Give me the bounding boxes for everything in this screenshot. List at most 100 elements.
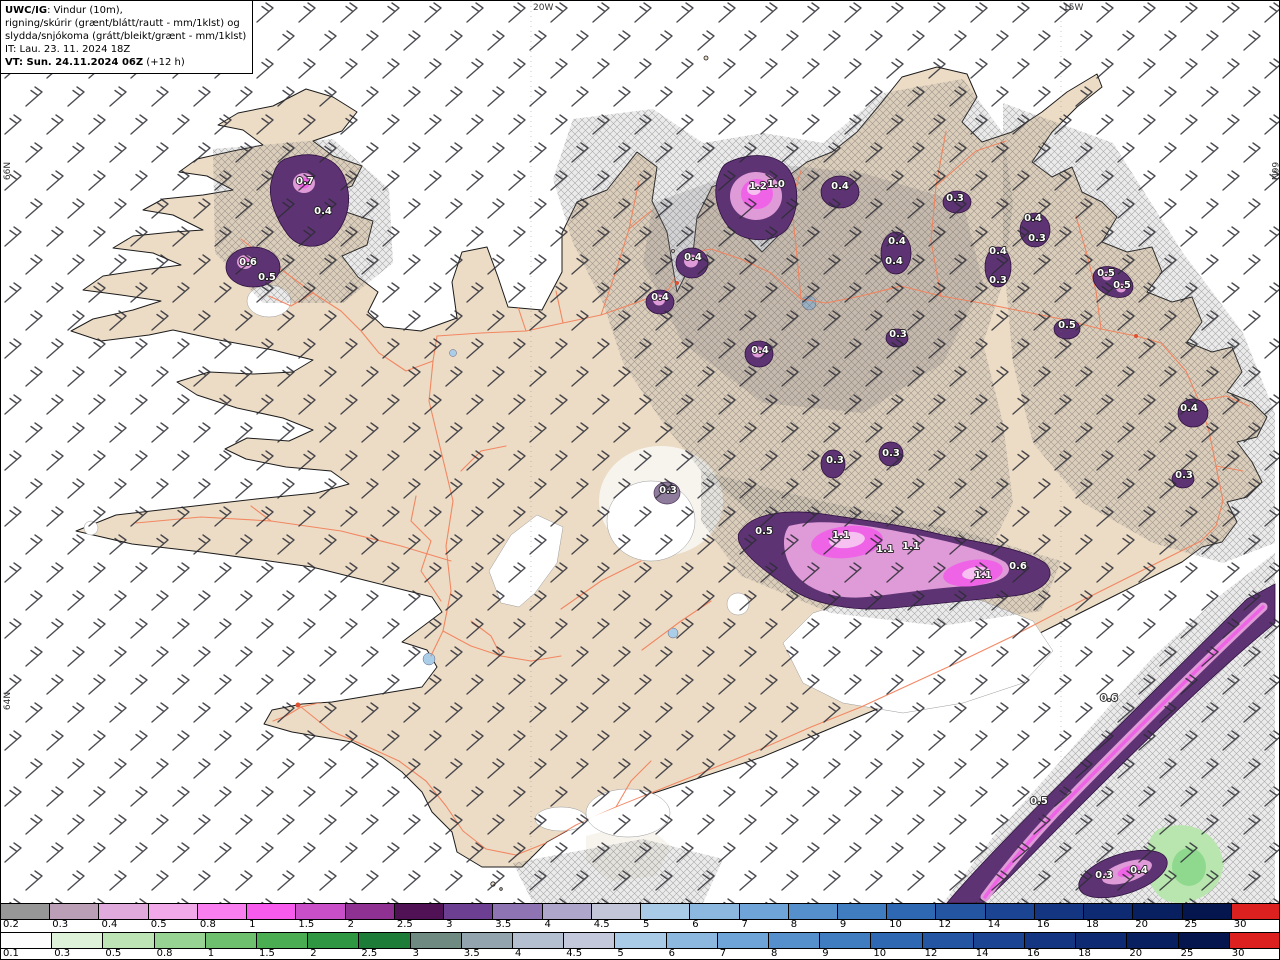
- colorbar-tick-label: 4.5: [566, 948, 583, 959]
- colorbar-tick-label: 1: [207, 948, 215, 959]
- precip-value-label: 0.3: [1175, 470, 1193, 481]
- colorbar-tick-label: 30: [1233, 919, 1247, 930]
- precip-value-label: 0.4: [1024, 213, 1042, 224]
- precip-value-label: 1.1: [832, 530, 850, 541]
- colorbar-tick-label: 12: [938, 919, 952, 930]
- colorbar-tick-label: 20: [1129, 948, 1143, 959]
- colorbar-tick-label: 0.5: [105, 948, 122, 959]
- colorbar-cell: [394, 904, 445, 919]
- colorbar-tick-label: 3: [446, 919, 453, 930]
- precip-value-label: 0.3: [826, 455, 844, 466]
- colorbar-cell: [50, 904, 100, 919]
- precip-value-label: 0.6: [1009, 561, 1027, 572]
- colorbar-tick-label: 0.2: [3, 919, 19, 930]
- precip-value-label: 0.3: [882, 448, 900, 459]
- precip-value-label: 1.1: [974, 570, 992, 581]
- colorbar-cell: [461, 933, 514, 948]
- colorbar-tick-label: 14: [975, 948, 989, 959]
- precip-value-label: 0.6: [239, 257, 257, 268]
- colorbar-tick-label: 5: [617, 948, 624, 959]
- precip-value-label: 0.3: [946, 193, 964, 204]
- colorbar-cell: [739, 904, 789, 919]
- colorbar-tick-label: 18: [1078, 948, 1091, 959]
- colorbar-cell: [197, 904, 248, 919]
- colorbar-cell: [513, 933, 565, 948]
- colorbar-tick-label: 4: [544, 919, 551, 930]
- precip-value-label: 0.4: [989, 246, 1007, 257]
- precip-value-label: 1.2: [749, 181, 767, 192]
- precip-value-label: 0.4: [885, 256, 903, 267]
- colorbar-tick-label: 4.5: [593, 919, 610, 930]
- colorbar-cell: [1127, 933, 1179, 948]
- colorbar-tick-label: 7: [741, 919, 748, 930]
- colorbar-cell: [52, 933, 104, 948]
- colorbar-cell: [247, 904, 297, 919]
- colorbar-cell: [1034, 904, 1085, 919]
- colorbar-tick-label: 6: [668, 948, 675, 959]
- colorbar-tick-label: 18: [1086, 919, 1099, 930]
- colorbar-sleet-snow-scale: 0.2 0.3 0.4 0.5 0.8 1 1.5 2 2.5 3 3.5 4 4.5 5 6 7 8 9 10 12…: [1, 903, 1279, 932]
- precip-value-label: 0.5: [1113, 280, 1131, 291]
- colorbar-cell: [922, 933, 974, 948]
- colorbar-cell: [690, 904, 740, 919]
- colorbar-tick-label: 8: [790, 919, 798, 930]
- colorbar-cell: [666, 933, 718, 948]
- colorbar-cell: [591, 904, 642, 919]
- colorbar-tick-label: 3.5: [463, 948, 480, 959]
- precip-value-label: 0.6: [1100, 693, 1118, 704]
- colorbar-cell: [1, 933, 53, 948]
- precip-value-label: 0.3: [1095, 870, 1113, 881]
- colorbar-tick-label: 16: [1036, 919, 1050, 930]
- weather-map-page: 20W15W66N64N66N 0.70.40.60.51.21.00.40.3…: [0, 0, 1280, 960]
- wind-barb-field: [1, 1, 1279, 903]
- precip-value-label: 0.3: [889, 329, 907, 340]
- precip-value-label: 0.3: [1028, 233, 1046, 244]
- colorbar-tick-label: 30: [1231, 948, 1245, 959]
- colorbar-cell: [493, 904, 543, 919]
- colorbar-cell: [641, 904, 691, 919]
- colorbar-tick-label: 25: [1180, 948, 1194, 959]
- colorbar-tick-label: 9: [839, 919, 847, 930]
- colorbar-cell: [345, 904, 395, 919]
- colorbar-tick-label: 0.1: [3, 948, 19, 959]
- colorbar-cell: [1076, 933, 1128, 948]
- colorbar-cell: [564, 933, 616, 948]
- precip-value-label: 1.1: [876, 544, 894, 555]
- precip-value-label: 0.3: [659, 485, 677, 496]
- colorbar-cell: [717, 933, 770, 948]
- colorbar-cell: [887, 904, 937, 919]
- colorbar-rain-scale: 0.1 0.3 0.5 0.8 1 1.5 2 2.5 3 3.5 4 4.5 5 6 7 8 9 10 12 14 1…: [1, 932, 1279, 959]
- colorbar-tick-label: 12: [924, 948, 938, 959]
- colorbar-cell: [99, 904, 149, 919]
- colorbar-cell: [444, 904, 494, 919]
- colorbar-cell: [1182, 904, 1232, 919]
- colorbar-cell: [837, 904, 888, 919]
- colorbar-tick-label: 8: [771, 948, 778, 959]
- precip-value-label: 0.3: [989, 275, 1007, 286]
- precip-value-label: 0.4: [1180, 403, 1198, 414]
- colorbar-cell: [820, 933, 872, 948]
- precip-value-label: 0.5: [258, 272, 276, 283]
- colorbar-tick-label: 2: [310, 948, 317, 959]
- precip-value-label: 0.4: [888, 236, 906, 247]
- legend-init-time: IT: Lau. 23. 11. 2024 18Z: [5, 44, 131, 55]
- colorbar-tick-label: 1.5: [298, 919, 315, 930]
- legend-line-snow: slydda/snjókoma (grátt/bleikt/grænt - mm…: [5, 31, 247, 42]
- colorbar-cell: [410, 933, 462, 948]
- colorbar-cell: [1178, 933, 1230, 948]
- precip-value-label: 0.4: [751, 345, 769, 356]
- colorbar-cell: [1133, 904, 1183, 919]
- colorbar-tick-label: 2.5: [361, 948, 378, 959]
- colorbar-cell: [154, 933, 206, 948]
- colorbar-tick-label: 3.5: [495, 919, 512, 930]
- precip-value-label: 0.7: [296, 176, 314, 187]
- colorbar-tick-label: 2.5: [396, 919, 413, 930]
- colorbar-tick-label: 0.8: [199, 919, 216, 930]
- legend-line-rain: rigning/skúrir (grænt/blátt/rautt - mm/1…: [5, 18, 240, 29]
- colorbar-cell: [308, 933, 360, 948]
- precip-value-label: 0.4: [314, 206, 332, 217]
- colorbar-tick-label: 6: [692, 919, 699, 930]
- legend-box: UWC/IG: Vindur (10m), rigning/skúrir (gr…: [1, 1, 254, 74]
- colorbar-tick-label: 25: [1184, 919, 1198, 930]
- colorbar-cell: [615, 933, 667, 948]
